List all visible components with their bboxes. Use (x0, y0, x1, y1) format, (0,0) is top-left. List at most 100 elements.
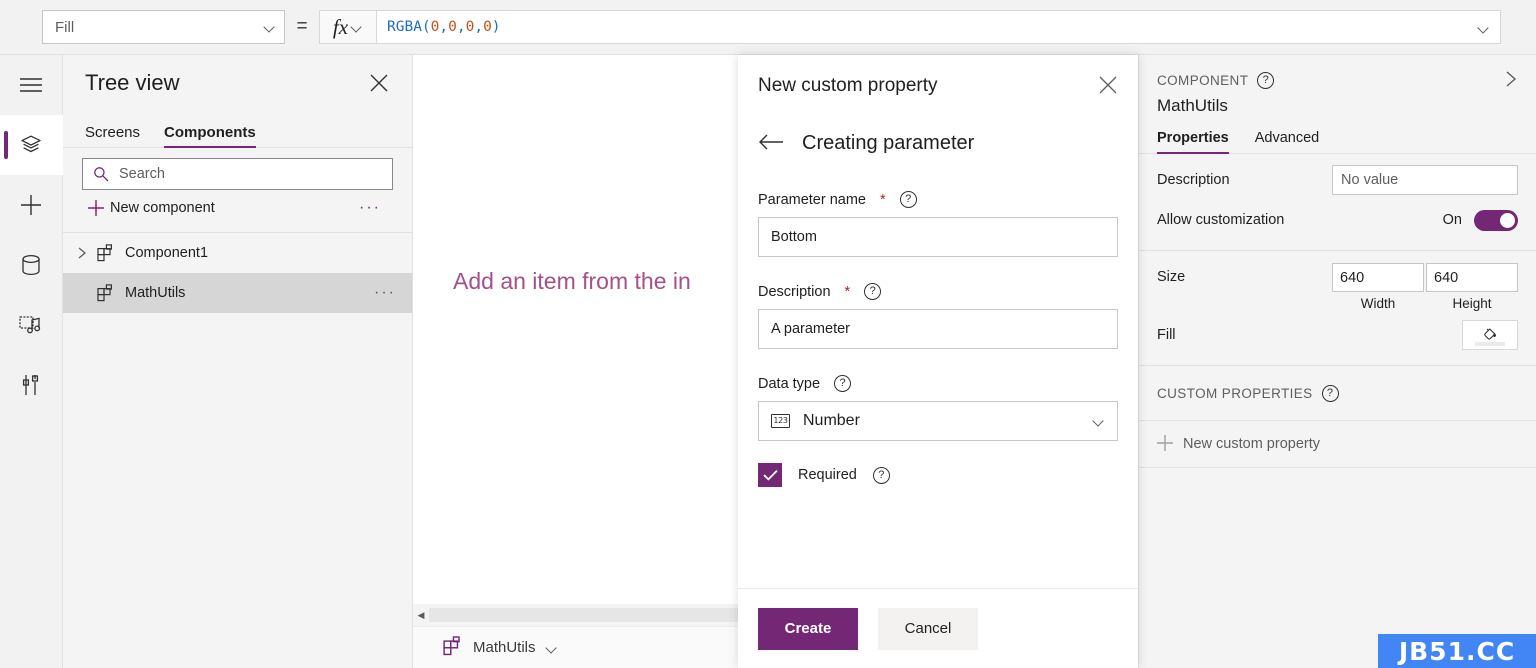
fill-label: Fill (1157, 327, 1176, 343)
tree-item-label: Component1 (125, 245, 209, 261)
parameter-name-input[interactable]: Bottom (758, 217, 1118, 257)
selected-component-name: MathUtils (1157, 96, 1228, 115)
description-label: Description (1157, 172, 1230, 188)
properties-panel-kicker: COMPONENT (1157, 73, 1249, 88)
left-rail (0, 55, 63, 668)
dialog-footer: Create Cancel (738, 588, 1138, 668)
chevron-down-icon (351, 21, 363, 33)
close-icon[interactable] (368, 72, 390, 94)
page-title: Tree view (85, 69, 180, 95)
description-input[interactable]: No value (1332, 165, 1518, 195)
required-asterisk: * (880, 191, 886, 208)
properties-panel-header: COMPONENT ? (1139, 55, 1536, 90)
formula-sep-1: , (439, 19, 449, 35)
tree-item-label: MathUtils (125, 285, 186, 301)
help-icon[interactable]: ? (1321, 384, 1339, 402)
cancel-button[interactable]: Cancel (878, 607, 978, 650)
tree-view-header: Tree view (63, 55, 412, 110)
help-icon[interactable]: ? (1257, 72, 1275, 89)
data-type-dropdown[interactable]: 123 Number (758, 401, 1118, 441)
watermark: JB51.CC (1378, 634, 1536, 668)
search-input[interactable]: Search (82, 158, 393, 190)
property-selector-dropdown[interactable]: Fill (42, 10, 285, 44)
chevron-down-icon (1093, 415, 1105, 427)
new-custom-property-button[interactable]: New custom property (1139, 420, 1536, 468)
tree-view-panel: Tree view Screens Components Search New … (63, 55, 413, 668)
fx-button[interactable]: fx (319, 10, 377, 44)
required-asterisk: * (844, 283, 851, 300)
formula-token-a: 0 (483, 19, 492, 35)
scroll-left-arrow-icon[interactable]: ◀ (413, 610, 429, 621)
width-input[interactable]: 640 (1332, 263, 1424, 292)
help-icon[interactable]: ? (872, 466, 890, 484)
description-input[interactable]: A parameter (758, 309, 1118, 349)
data-type-value: Number (803, 412, 860, 429)
data-type-label-row: Data type ? (758, 375, 1118, 392)
chevron-right-icon[interactable] (63, 247, 91, 259)
tab-screens[interactable]: Screens (85, 124, 140, 147)
dialog-body: Parameter name * ? Bottom Description * … (738, 169, 1138, 588)
parameter-name-label-row: Parameter name * ? (758, 191, 1118, 208)
tab-advanced[interactable]: Advanced (1255, 130, 1320, 153)
data-cylinder-icon[interactable] (0, 235, 63, 295)
help-icon[interactable]: ? (864, 283, 882, 300)
width-caption: Width (1360, 296, 1396, 311)
required-checkbox[interactable] (758, 463, 782, 487)
toggle-knob (1500, 212, 1515, 228)
search-icon (94, 167, 109, 182)
fill-row: Fill (1139, 311, 1536, 355)
size-row: Size 640 Width 640 Height (1139, 251, 1536, 311)
fill-color-swatch (1475, 341, 1505, 346)
parameter-name-value: Bottom (771, 229, 817, 245)
back-arrow-icon[interactable] (758, 133, 784, 154)
description-value: A parameter (771, 321, 850, 337)
properties-panel: COMPONENT ? MathUtils Properties Advance… (1138, 55, 1536, 668)
component-icon (91, 244, 121, 262)
tree-view-search-wrap: Search (63, 148, 412, 190)
new-component-label: New component (110, 200, 215, 216)
expand-chevron-right-icon[interactable] (1505, 71, 1518, 90)
formula-token-r: 0 (430, 19, 440, 35)
tree-item-more-icon[interactable]: ··· (374, 284, 404, 302)
tree-item-mathutils[interactable]: MathUtils ··· (63, 273, 412, 313)
formula-sep-2: , (456, 19, 466, 35)
description-row: Description No value (1139, 160, 1536, 200)
allow-customization-toggle-wrap: On (1442, 209, 1518, 231)
tab-properties[interactable]: Properties (1157, 130, 1229, 154)
height-caption: Height (1452, 296, 1492, 311)
tab-components[interactable]: Components (164, 124, 256, 148)
media-icon[interactable] (0, 295, 63, 355)
plus-icon (1157, 434, 1173, 454)
formula-token-function: RGBA( (387, 19, 431, 35)
dialog-subtitle: Creating parameter (802, 131, 975, 154)
tree-item-component1[interactable]: Component1 (63, 233, 412, 273)
new-custom-property-dialog: New custom property Creating parameter P… (738, 55, 1138, 668)
formula-expand-chevron-down-icon[interactable] (1478, 22, 1490, 34)
formula-input[interactable]: RGBA(0, 0, 0, 0) (377, 10, 1501, 44)
dialog-header: New custom property (738, 55, 1138, 117)
canvas-footer-component-name: MathUtils (473, 639, 536, 656)
sidebar-item-tree-view[interactable] (0, 115, 63, 175)
allow-customization-toggle[interactable] (1474, 209, 1518, 231)
chevron-down-icon[interactable] (546, 642, 558, 654)
insert-plus-icon[interactable] (0, 175, 63, 235)
search-placeholder: Search (119, 166, 165, 182)
close-icon[interactable] (1098, 75, 1118, 98)
create-button[interactable]: Create (758, 607, 858, 650)
custom-properties-header: CUSTOM PROPERTIES ? (1139, 366, 1536, 420)
fill-color-button[interactable] (1462, 320, 1518, 350)
advanced-tools-icon[interactable] (0, 355, 63, 415)
plus-icon (82, 200, 110, 216)
description-label-row: Description * ? (758, 283, 1118, 300)
formula-sep-3: , (474, 19, 484, 35)
new-component-more-icon[interactable]: ··· (359, 199, 389, 217)
description-placeholder: No value (1341, 172, 1399, 188)
new-custom-property-label: New custom property (1183, 436, 1320, 452)
help-icon[interactable]: ? (899, 191, 917, 208)
height-input[interactable]: 640 (1426, 263, 1518, 292)
size-label: Size (1157, 269, 1186, 285)
allow-customization-state: On (1442, 212, 1462, 228)
new-component-button[interactable]: New component ··· (82, 192, 393, 224)
hamburger-menu-icon[interactable] (0, 55, 63, 115)
help-icon[interactable]: ? (834, 375, 852, 392)
